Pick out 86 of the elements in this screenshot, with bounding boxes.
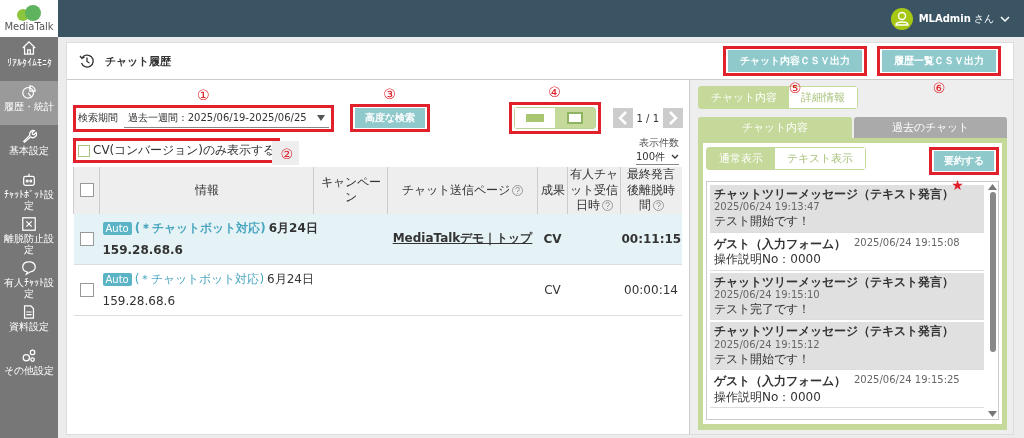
document-icon: [21, 304, 37, 320]
user-avatar-icon: [890, 7, 913, 30]
callout-number: ②: [272, 141, 299, 165]
page-title: チャット履歴: [105, 53, 171, 69]
chat-tab[interactable]: 過去のチャット: [853, 117, 1007, 138]
column-header: キャンペーン: [313, 167, 388, 214]
message-sender: ゲスト（入力フォーム）: [714, 236, 846, 252]
column-header: 情報: [99, 167, 314, 214]
table-row[interactable]: Auto (＊チャットボット対応) 6月24日 159.28.68.6 CV 00:00:14: [73, 264, 682, 316]
result-cell: CV: [544, 282, 561, 297]
page-size-select[interactable]: 100件: [635, 150, 679, 165]
chevron-down-icon[interactable]: [1000, 14, 1010, 23]
pie-chart-icon: [21, 84, 37, 100]
callout-number: ③: [383, 87, 396, 101]
exit-time-cell: 00:11:15: [621, 231, 682, 246]
page-indicator: 1 / 1: [636, 112, 659, 124]
select-all-checkbox[interactable]: [79, 183, 94, 198]
auto-badge: Auto: [102, 273, 132, 287]
message-time: 2025/06/24 19:15:08: [854, 236, 960, 250]
user-name[interactable]: MLAdmin さん: [918, 11, 994, 26]
wrench-icon: [21, 128, 37, 144]
sidebar-item[interactable]: 有人ﾁｬｯﾄ設定: [0, 257, 58, 301]
message-sender: チャットツリーメッセージ（テキスト発言）: [714, 274, 954, 289]
callout-number: ⑥: [932, 81, 946, 95]
callout-number: ①: [197, 87, 210, 102]
close-box-icon: [21, 216, 37, 232]
history-icon: [79, 53, 95, 69]
chevron-left-icon: [617, 111, 628, 125]
ip-address: 159.28.68.6: [102, 294, 177, 309]
narrow-view-button[interactable]: [554, 108, 595, 128]
chevron-right-icon: [668, 111, 678, 125]
page-size-label: 表示件数: [639, 136, 679, 150]
sidebar-item[interactable]: その他設定: [0, 345, 58, 389]
sidebar-item[interactable]: ﾘｱﾙﾀｲﾑﾓﾆﾀ: [0, 37, 58, 81]
help-icon[interactable]: [652, 200, 664, 212]
chat-title-link[interactable]: (＊チャットボット対応): [134, 220, 266, 238]
result-cell: CV: [543, 231, 562, 246]
message-time: 2025/06/24 19:15:10: [714, 288, 820, 301]
sidebar-item[interactable]: 資料設定: [0, 301, 58, 345]
message-text: 操作説明No：0000: [714, 389, 822, 404]
column-header: 成果: [537, 167, 568, 214]
speech-bubble-icon: [21, 260, 37, 276]
sidebar-item[interactable]: 基本設定: [0, 125, 58, 169]
period-select[interactable]: 過去一週間 : 2025/06/19-2025/06/25: [124, 108, 329, 128]
message-time: 2025/06/24 19:15:25: [854, 374, 960, 388]
help-icon[interactable]: [601, 200, 613, 212]
sidebar-item[interactable]: ﾁｬｯﾄﾎﾞｯﾄ設定: [0, 169, 58, 213]
filter-label: 検索期間: [78, 111, 118, 125]
message-sender: ゲスト（入力フォーム）: [714, 374, 846, 389]
exit-time-cell: 00:00:14: [624, 282, 678, 297]
message-text: テスト完了です！: [714, 301, 811, 317]
column-header: チャット送信ページ: [387, 167, 538, 214]
star-mark: ★: [951, 178, 964, 192]
sidebar-item[interactable]: 離脱防止設定: [0, 213, 58, 257]
row-checkbox[interactable]: [79, 232, 94, 247]
chat-date: 6月24日: [267, 271, 314, 289]
column-header: 最終発言後離脱時間: [620, 167, 682, 214]
message-text: テスト開始です！: [714, 351, 811, 367]
callout-number: ④: [548, 85, 561, 99]
column-header: 有人チャット受信日時: [567, 167, 621, 214]
chat-title-link[interactable]: (＊チャットボット対応): [134, 271, 265, 289]
scrollbar[interactable]: [987, 182, 998, 419]
previous-page-button[interactable]: [612, 108, 633, 128]
auto-badge: Auto: [102, 222, 132, 236]
row-checkbox[interactable]: [79, 283, 94, 298]
ip-address: 159.28.68.6: [102, 243, 184, 258]
scroll-down-icon[interactable]: [988, 411, 997, 417]
message-text: 操作説明No：0000: [714, 252, 822, 267]
help-icon[interactable]: [512, 184, 523, 196]
logo-text: MediaTalk: [4, 21, 54, 32]
chevron-down-icon: [671, 154, 679, 160]
sidebar-item[interactable]: 履歴・統計: [0, 81, 58, 125]
message-sender: チャットツリーメッセージ（テキスト発言）: [714, 324, 954, 339]
robot-icon: [21, 172, 37, 188]
chat-date: 6月24日: [268, 220, 318, 238]
message-sender: チャットツリーメッセージ（テキスト発言）: [714, 187, 954, 202]
message-time: 2025/06/24 19:13:47: [714, 201, 820, 214]
message-text: テスト開始です！: [714, 214, 811, 229]
scroll-up-icon[interactable]: [988, 184, 997, 190]
table-row[interactable]: Auto (＊チャットボット対応) 6月24日 159.28.68.6 MediaTalkデモ｜トップ CV 00:11:15: [73, 213, 682, 265]
dropdown-arrow-icon: [316, 114, 325, 121]
message-time: 2025/06/24 19:15:12: [714, 338, 820, 351]
next-page-button[interactable]: [663, 108, 683, 128]
logo-icon: [14, 5, 44, 21]
wide-layout-icon: [523, 111, 546, 125]
home-icon: [21, 40, 37, 56]
